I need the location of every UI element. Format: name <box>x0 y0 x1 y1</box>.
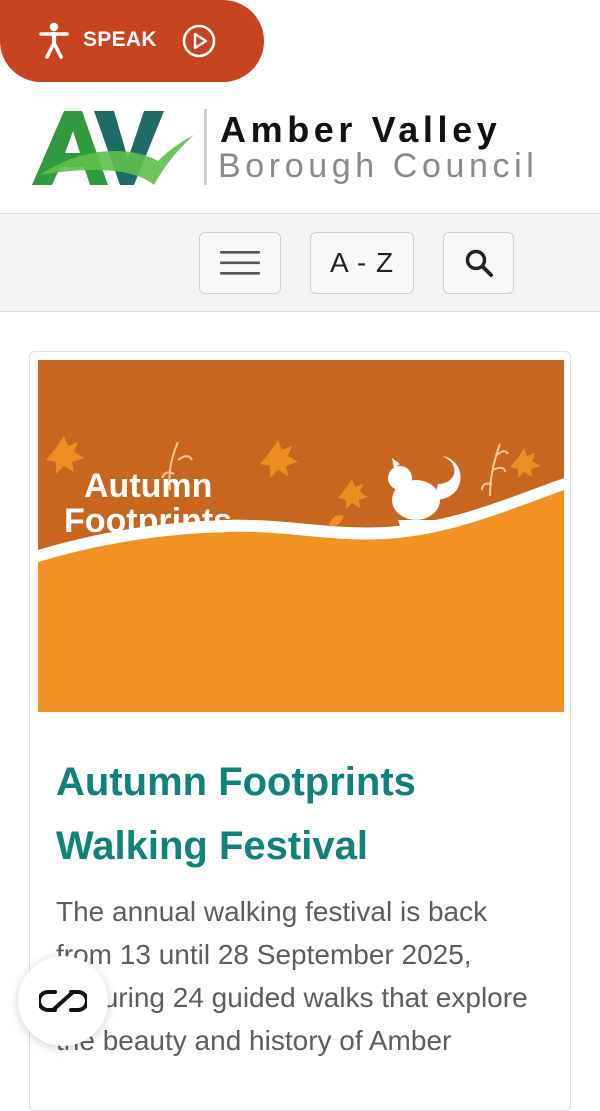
autumn-footprints-banner: Autumn Footprints <box>38 360 564 712</box>
banner-title-line2: Footprints <box>64 502 232 540</box>
av-logo-mark <box>32 111 194 185</box>
cookie-settings-button[interactable] <box>18 956 108 1046</box>
logo-divider <box>204 109 207 185</box>
speak-label: SPEAK <box>83 28 157 51</box>
person-icon <box>39 22 69 59</box>
logo-title: Amber Valley <box>220 109 502 150</box>
hamburger-icon <box>220 251 260 275</box>
news-title[interactable]: Autumn Footprints Walking Festival <box>56 750 546 878</box>
news-card[interactable]: Autumn Footprints Autumn Footprints Walk… <box>29 351 571 1111</box>
search-icon <box>465 249 493 277</box>
logo-subtitle: Borough Council <box>218 147 539 185</box>
speak-button[interactable]: SPEAK <box>0 0 264 82</box>
banner-title-line1: Autumn <box>84 467 212 505</box>
council-logo[interactable]: Amber Valley Borough Council <box>30 105 550 195</box>
search-button[interactable] <box>443 232 514 294</box>
header-toolbar: A - Z <box>0 213 600 312</box>
menu-button[interactable] <box>199 232 281 294</box>
news-summary: The annual walking festival is back from… <box>56 896 528 1056</box>
play-icon <box>182 24 216 58</box>
cookie-settings-icon <box>39 990 87 1012</box>
a-z-button[interactable]: A - Z <box>310 232 414 294</box>
